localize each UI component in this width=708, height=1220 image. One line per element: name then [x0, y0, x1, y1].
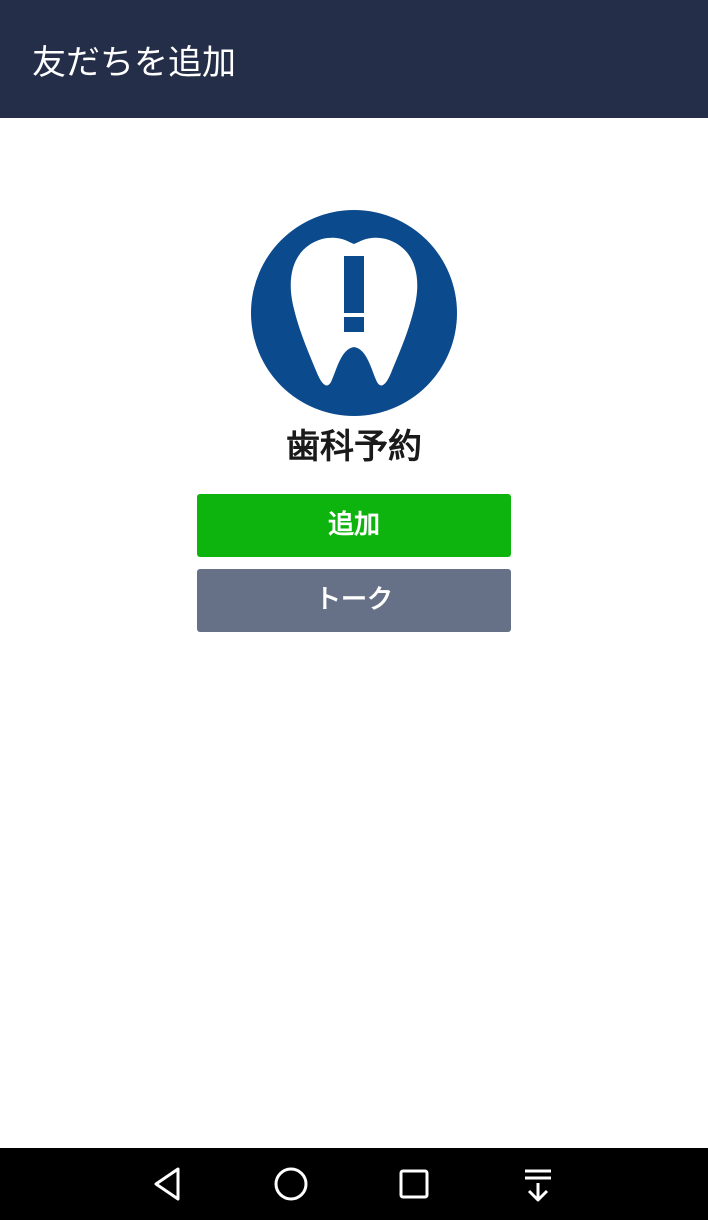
recent-apps-button[interactable]: [392, 1162, 436, 1206]
tooth-exclamation-icon: [251, 210, 457, 416]
talk-button[interactable]: トーク: [197, 569, 511, 632]
page-title: 友だちを追加: [32, 43, 236, 83]
home-button[interactable]: [269, 1162, 313, 1206]
account-name: 歯科予約: [286, 427, 422, 467]
recent-apps-icon: [399, 1169, 429, 1199]
notification-pulldown-icon: [525, 1169, 551, 1202]
android-navigation-bar: [0, 1148, 708, 1220]
back-icon: [154, 1167, 180, 1201]
notification-pulldown-button[interactable]: [516, 1162, 560, 1206]
add-friend-button[interactable]: 追加: [197, 494, 511, 557]
back-button[interactable]: [146, 1162, 190, 1206]
account-avatar: [250, 209, 458, 417]
main-content: 歯科予約 追加 トーク: [0, 118, 708, 1148]
home-icon: [274, 1167, 308, 1201]
app-header: 友だちを追加: [0, 0, 708, 118]
